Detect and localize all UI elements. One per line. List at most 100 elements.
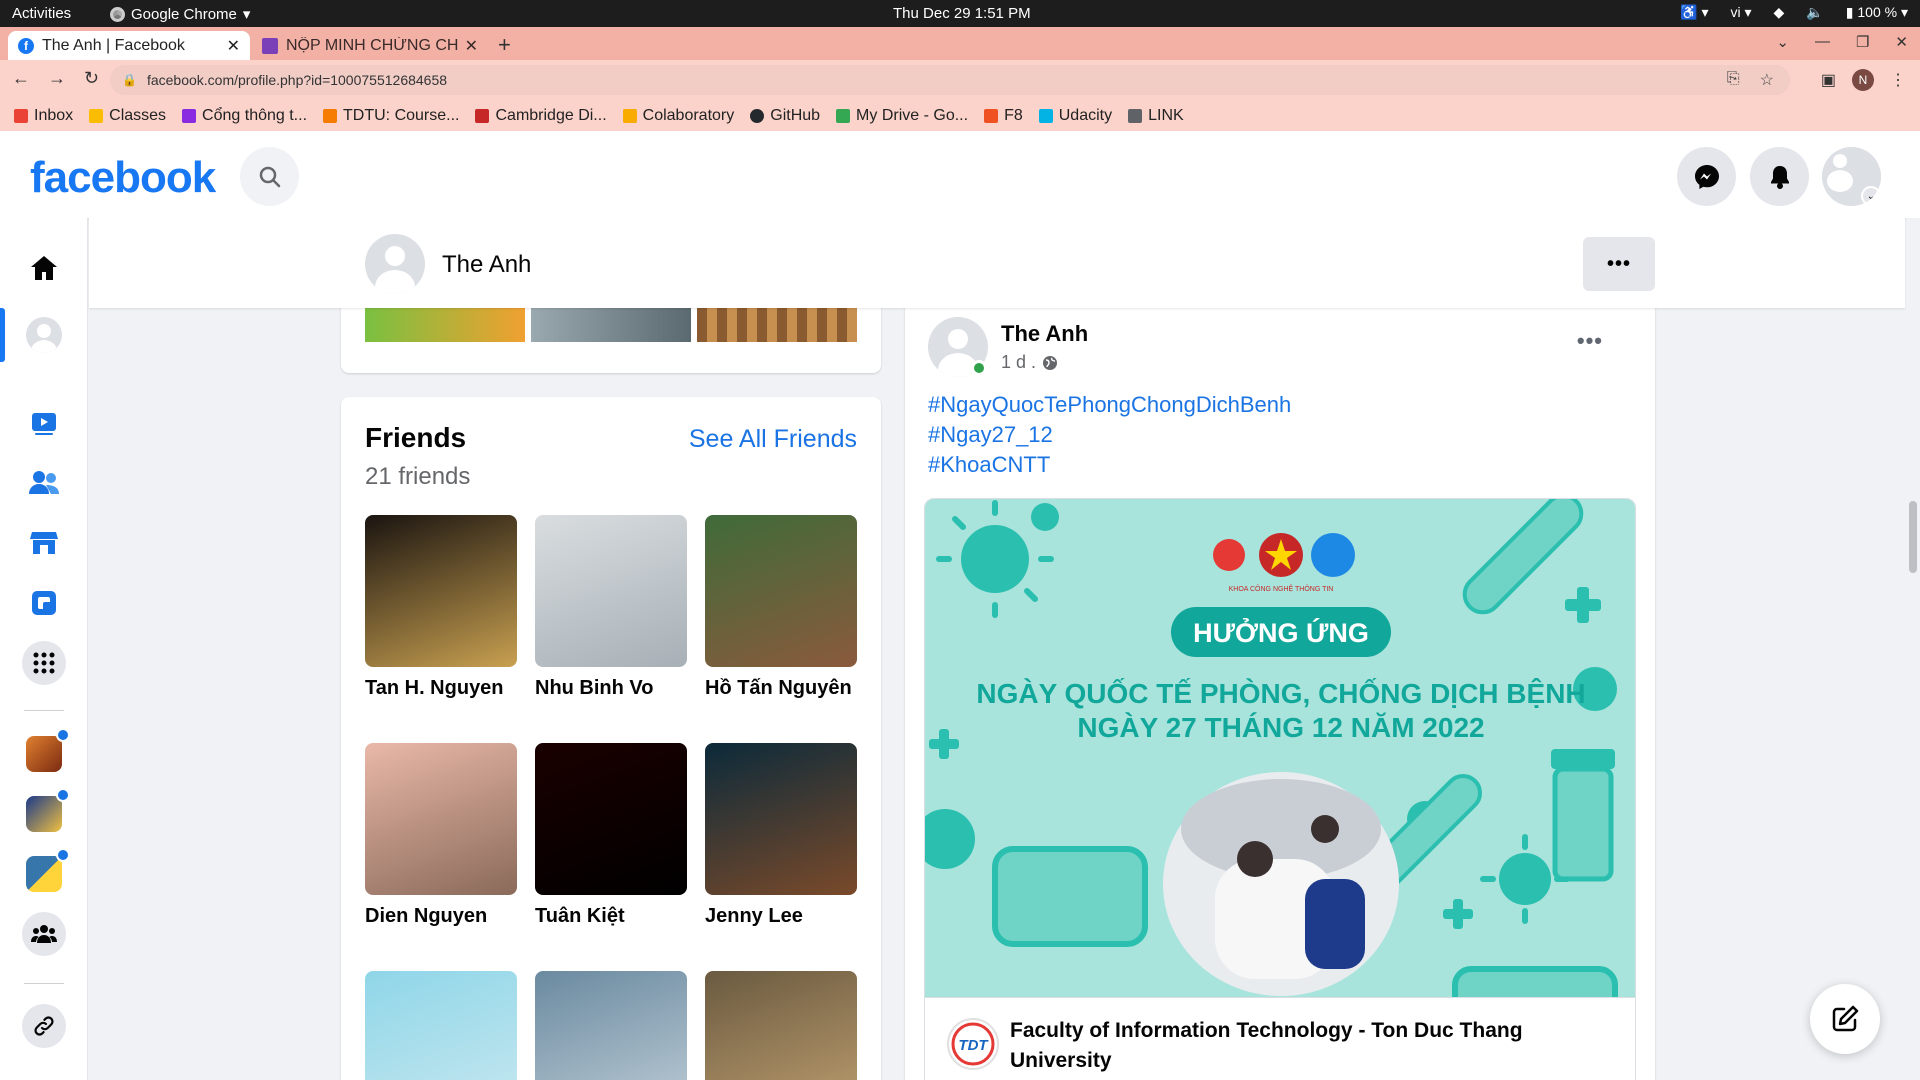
post-author[interactable]: The Anh: [1001, 321, 1088, 347]
friend-item[interactable]: [365, 971, 517, 1080]
tab-facebook[interactable]: f The Anh | Facebook ✕: [8, 31, 250, 60]
minimize-button[interactable]: —: [1815, 33, 1830, 51]
facebook-logo[interactable]: facebook: [30, 153, 216, 203]
rail-menu[interactable]: [22, 641, 66, 685]
friend-item[interactable]: Dien Nguyen: [365, 743, 517, 928]
hashtag-link[interactable]: #Ngay27_12: [928, 422, 1053, 448]
friend-name[interactable]: Dien Nguyen: [365, 905, 517, 928]
forward-arrow-icon[interactable]: →: [48, 68, 66, 89]
accessibility-icon[interactable]: ♿ ▾: [1680, 4, 1708, 21]
rail-friends[interactable]: [22, 461, 66, 505]
friends-icon: [29, 471, 59, 494]
bookmark-item[interactable]: My Drive - Go...: [836, 107, 968, 125]
friend-item[interactable]: Nhu Binh Vo: [535, 515, 687, 700]
search-icon: [259, 166, 280, 187]
friend-photo[interactable]: [535, 515, 687, 667]
reload-icon[interactable]: ↻: [84, 68, 99, 89]
photo-thumbnail[interactable]: [697, 308, 857, 342]
bookmark-item[interactable]: GitHub: [750, 107, 820, 125]
friend-item[interactable]: [535, 971, 687, 1080]
new-tab-button[interactable]: +: [498, 32, 511, 58]
messenger-button[interactable]: [1677, 147, 1736, 206]
bookmark-item[interactable]: Inbox: [14, 107, 73, 125]
hashtag-link[interactable]: #NgayQuocTePhongChongDichBenh: [928, 392, 1291, 418]
link-preview[interactable]: TDT Faculty of Information Technology - …: [924, 998, 1636, 1080]
lock-icon[interactable]: 🔒: [122, 73, 137, 87]
activities-button[interactable]: Activities: [12, 5, 71, 22]
url-input[interactable]: 🔒 facebook.com/profile.php?id=1000755126…: [110, 65, 1790, 95]
friend-name[interactable]: Tan H. Nguyen: [365, 677, 517, 700]
photo-thumbnail[interactable]: [531, 308, 691, 342]
language-indicator[interactable]: vi ▾: [1731, 4, 1752, 21]
side-panel-icon[interactable]: ▣: [1821, 70, 1836, 90]
maximize-button[interactable]: ❐: [1856, 33, 1869, 51]
friend-photo[interactable]: [365, 515, 517, 667]
profile-avatar[interactable]: N: [1852, 69, 1874, 91]
post-timestamp[interactable]: 1 d .: [1001, 352, 1058, 373]
bookmark-item[interactable]: F8: [984, 107, 1023, 125]
close-icon[interactable]: ✕: [227, 36, 240, 56]
friend-photo[interactable]: [365, 971, 517, 1080]
profile-more-button[interactable]: •••: [1583, 237, 1655, 291]
friends-title: Friends: [365, 422, 467, 453]
rail-home[interactable]: [22, 246, 66, 290]
clock[interactable]: Thu Dec 29 1:51 PM: [893, 5, 1031, 22]
friend-item[interactable]: [705, 971, 857, 1080]
rail-gaming[interactable]: [22, 581, 66, 625]
rail-link[interactable]: [22, 1004, 66, 1048]
new-message-button[interactable]: [1810, 984, 1880, 1054]
post-image[interactable]: KHOA CÔNG NGHỆ THÔNG TIN HƯỞNG ỨNG NGÀY …: [924, 498, 1636, 998]
bookmark-item[interactable]: Colaboratory: [622, 107, 734, 125]
bookmark-item[interactable]: TDTU: Course...: [323, 107, 459, 125]
notifications-button[interactable]: [1750, 147, 1809, 206]
friend-name[interactable]: Hồ Tấn Nguyên: [705, 677, 857, 700]
friend-photo[interactable]: [365, 743, 517, 895]
url-text: facebook.com/profile.php?id=100075512684…: [146, 72, 448, 88]
friend-item[interactable]: Hồ Tấn Nguyên: [705, 515, 857, 700]
friend-photo[interactable]: [705, 971, 857, 1080]
bookmark-item[interactable]: Cambridge Di...: [475, 107, 607, 125]
friend-name[interactable]: Tuân Kiệt: [535, 905, 687, 928]
friend-item[interactable]: Jenny Lee: [705, 743, 857, 928]
bookmark-item[interactable]: Udacity: [1038, 107, 1113, 125]
friend-photo[interactable]: [535, 743, 687, 895]
friend-photo[interactable]: [535, 971, 687, 1080]
tab-search-icon[interactable]: ⌄: [1776, 33, 1789, 51]
search-button[interactable]: [240, 147, 299, 206]
bookmark-item[interactable]: Cổng thông t...: [182, 107, 307, 125]
see-all-friends-link[interactable]: See All Friends: [689, 425, 857, 454]
friend-photo[interactable]: [705, 743, 857, 895]
friend-name[interactable]: Jenny Lee: [705, 905, 857, 928]
tab-forms[interactable]: NỘP MINH CHỨNG CH ✕: [252, 31, 488, 60]
poster-org-label: KHOA CÔNG NGHỆ THÔNG TIN: [1229, 584, 1334, 593]
close-icon[interactable]: ✕: [465, 36, 478, 56]
profile-name[interactable]: The Anh: [442, 251, 531, 279]
campaign-poster: KHOA CÔNG NGHỆ THÔNG TIN HƯỞNG ỨNG NGÀY …: [925, 499, 1635, 997]
bookmark-item[interactable]: Classes: [89, 107, 166, 125]
close-window-button[interactable]: ✕: [1895, 33, 1908, 51]
friend-photo[interactable]: [705, 515, 857, 667]
system-tray[interactable]: ♿ ▾ vi ▾ ◆ 🔈 ▮ 100 % ▾: [1680, 4, 1908, 21]
account-avatar[interactable]: ⌄: [1822, 147, 1881, 206]
page-scrollbar[interactable]: [1906, 218, 1920, 1080]
bookmark-item[interactable]: LINK: [1128, 107, 1184, 125]
photo-thumbnail[interactable]: [365, 308, 525, 342]
hashtag-link[interactable]: #KhoaCNTT: [928, 452, 1050, 478]
share-icon[interactable]: ⎘: [1727, 70, 1740, 90]
bookmark-star-icon[interactable]: ☆: [1760, 70, 1774, 90]
friend-item[interactable]: Tan H. Nguyen: [365, 515, 517, 700]
friend-item[interactable]: Tuân Kiệt: [535, 743, 687, 928]
scrollbar-thumb[interactable]: [1909, 501, 1917, 573]
post-options-button[interactable]: •••: [1577, 328, 1603, 354]
rail-marketplace[interactable]: [22, 521, 66, 565]
rail-profile[interactable]: [22, 313, 66, 357]
back-arrow-icon[interactable]: ←: [12, 68, 30, 89]
bookmark-label: Udacity: [1058, 107, 1113, 124]
rail-groups[interactable]: [22, 912, 66, 956]
poster-banner-text: HƯỞNG ỨNG: [1193, 616, 1369, 648]
avatar[interactable]: [365, 234, 425, 294]
friend-name[interactable]: Nhu Binh Vo: [535, 677, 687, 700]
menu-kebab-icon[interactable]: ⋮: [1890, 70, 1906, 90]
rail-watch[interactable]: [22, 401, 66, 445]
app-menu[interactable]: Google Chrome ▾: [110, 5, 250, 23]
